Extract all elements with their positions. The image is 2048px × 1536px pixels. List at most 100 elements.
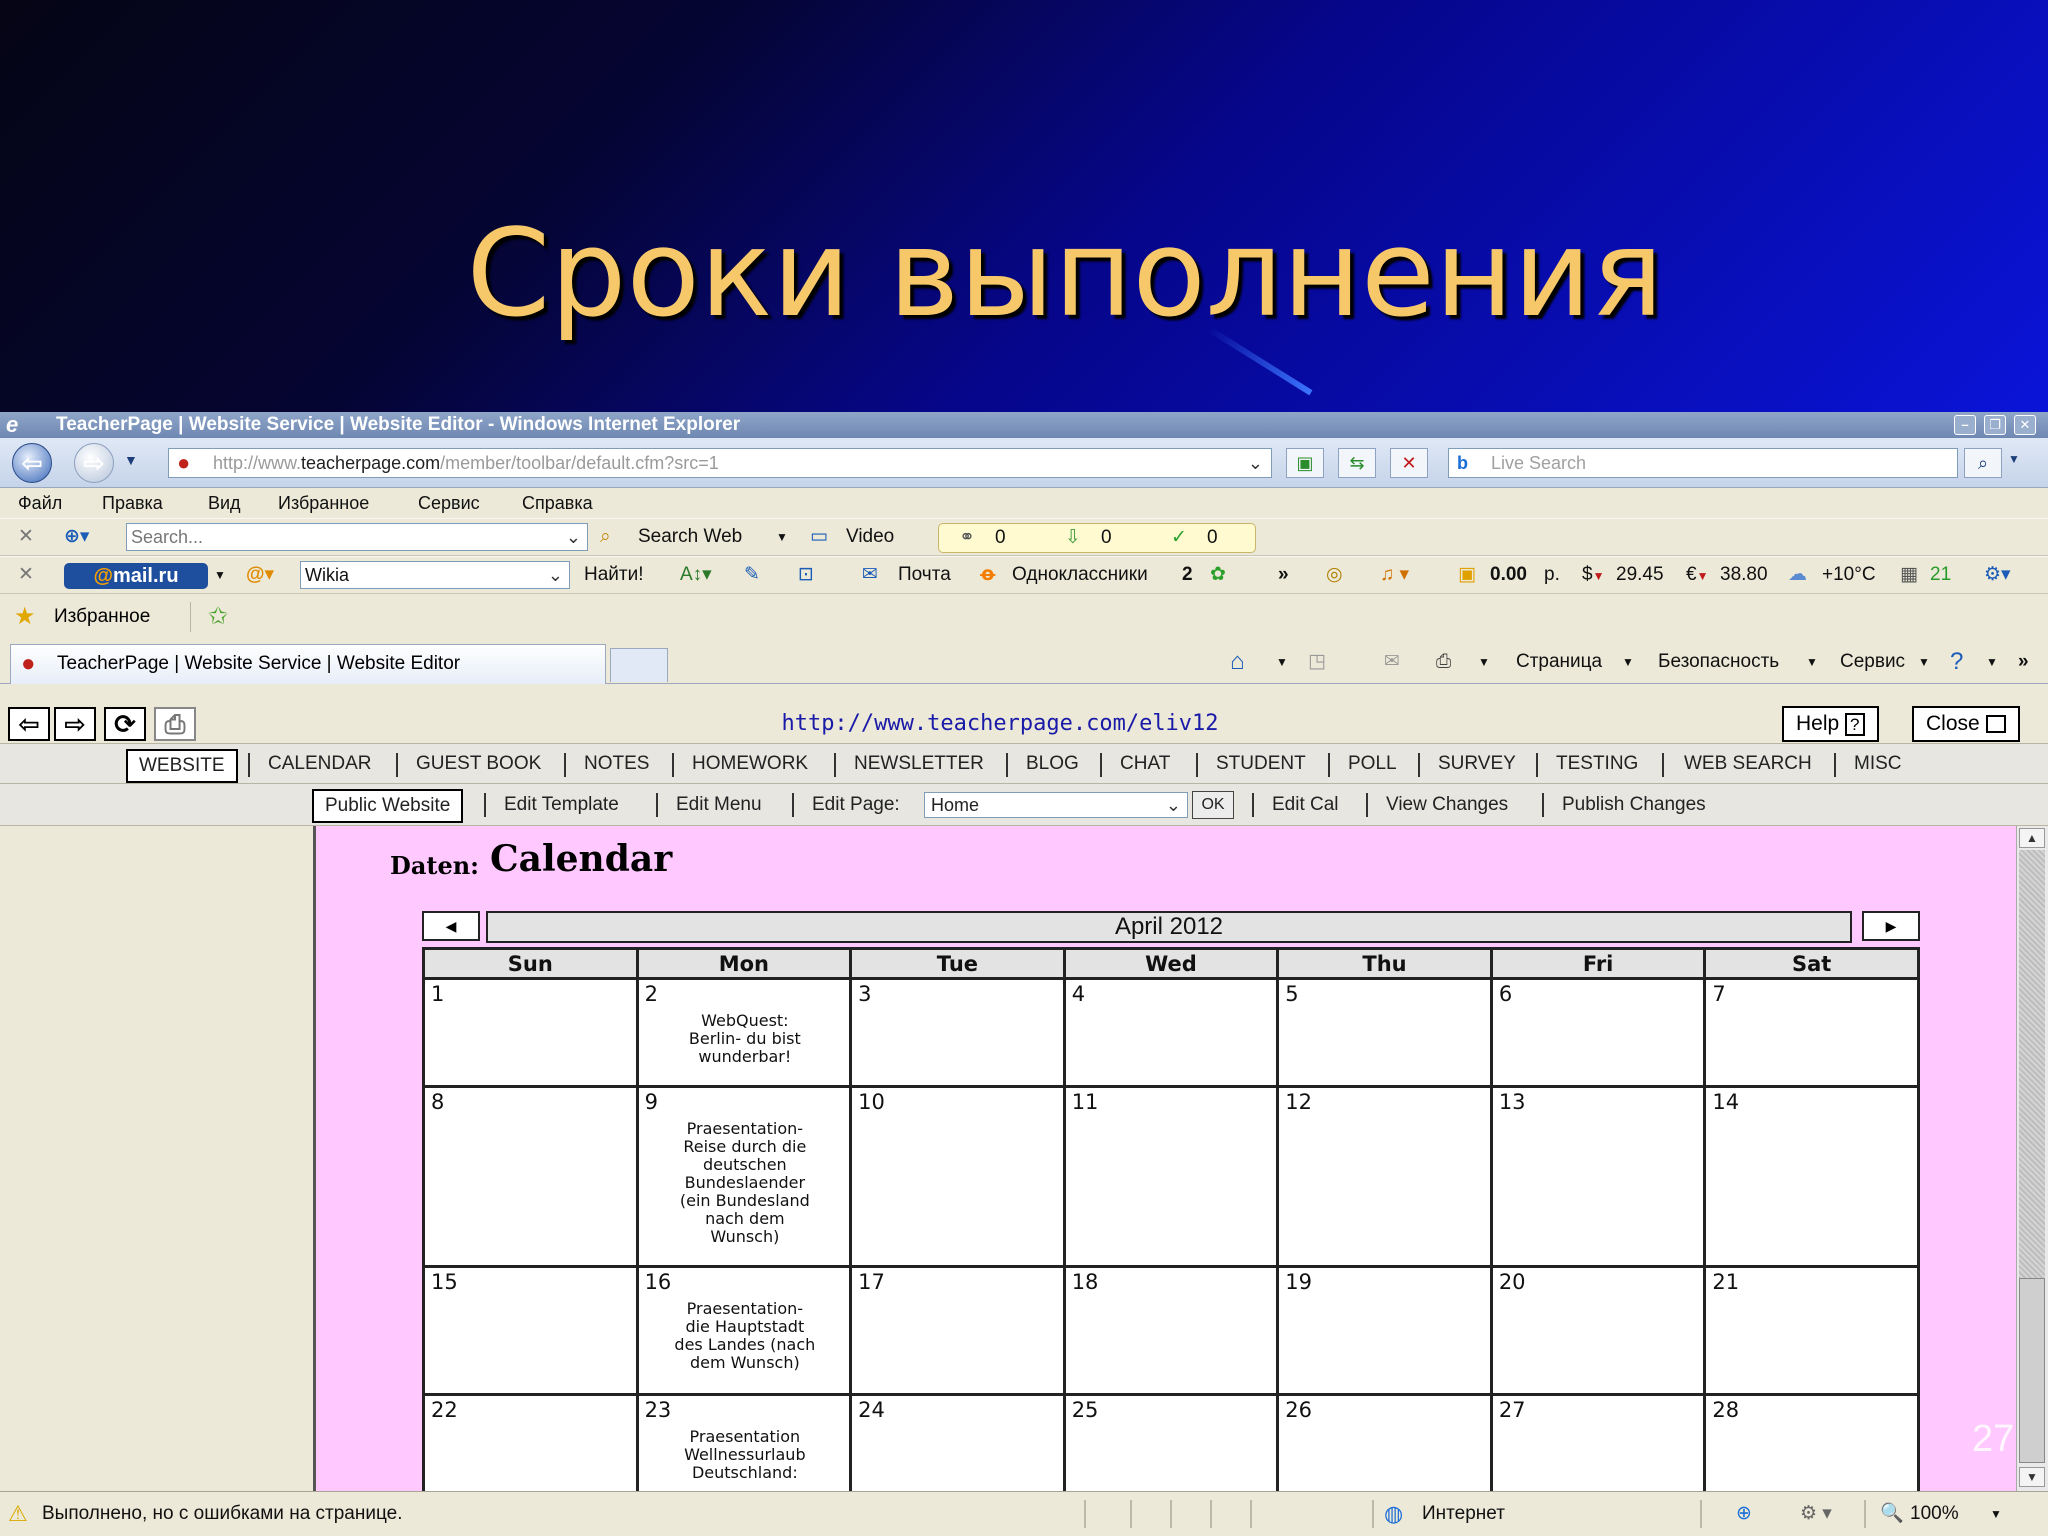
scroll-down-icon[interactable]: ▼ bbox=[2019, 1467, 2045, 1487]
highlighter-icon[interactable]: ✎ bbox=[744, 557, 760, 593]
calendar-day-cell[interactable]: 26 bbox=[1276, 1393, 1493, 1491]
calendar-day-cell[interactable]: 15 bbox=[422, 1265, 639, 1396]
tp-back-icon[interactable]: ⇦ bbox=[8, 707, 50, 741]
calendar-day-cell[interactable]: 10 bbox=[849, 1085, 1066, 1268]
calendar-day-cell[interactable]: 2 WebQuest: Berlin- du bist wunderbar! bbox=[635, 977, 853, 1088]
calendar-day-cell[interactable]: 9 Praesentation- Reise durch die deutsche… bbox=[635, 1085, 853, 1268]
calendar-day-cell[interactable]: 19 bbox=[1276, 1265, 1493, 1396]
calendar-event[interactable]: Praesentation- Reise durch die deutschen… bbox=[645, 1120, 846, 1246]
close-window-icon[interactable]: ✕ bbox=[2014, 415, 2036, 435]
nav-student[interactable]: STUDENT bbox=[1216, 744, 1306, 784]
edit-cal-link[interactable]: Edit Cal bbox=[1272, 784, 1339, 826]
tp-refresh-icon[interactable]: ⟳ bbox=[104, 707, 146, 741]
calendar-day-cell[interactable]: 27 bbox=[1489, 1393, 1707, 1491]
calendar-day-cell[interactable]: 16 Praesentation- die Hauptstadt des Land… bbox=[635, 1265, 853, 1396]
home-icon[interactable]: ⌂ bbox=[1230, 640, 1245, 684]
tools-menu-dropdown-icon[interactable]: ▼ bbox=[1918, 640, 1930, 684]
calendar-day-cell[interactable]: 1 bbox=[422, 977, 639, 1088]
calendar-event[interactable]: WebQuest: Berlin- du bist wunderbar! bbox=[645, 1012, 846, 1066]
edit-page-dropdown-icon[interactable]: ⌄ bbox=[1166, 793, 1181, 817]
menu-view[interactable]: Вид bbox=[208, 488, 241, 518]
agent-icon[interactable]: ✿ bbox=[1210, 557, 1226, 593]
safety-menu-dropdown-icon[interactable]: ▼ bbox=[1806, 640, 1818, 684]
calendar-event[interactable]: Praesentation Wellnessurlaub Deutschland… bbox=[645, 1428, 846, 1482]
edit-menu-link[interactable]: Edit Menu bbox=[676, 784, 762, 826]
popup-blocker-icon[interactable]: ⚙ ▾ bbox=[1800, 1492, 1832, 1536]
tab-teacherpage[interactable]: ● TeacherPage | Website Service | Websit… bbox=[10, 644, 606, 684]
zoom-level[interactable]: 100% bbox=[1910, 1492, 1959, 1536]
menu-help[interactable]: Справка bbox=[522, 488, 593, 518]
calendar-day-cell[interactable]: 4 bbox=[1062, 977, 1280, 1088]
close-mailru-toolbar-icon[interactable]: ✕ bbox=[18, 557, 34, 593]
url-dropdown-icon[interactable]: ⌄ bbox=[1248, 449, 1263, 477]
forward-button[interactable]: ⇨ bbox=[74, 443, 114, 483]
font-size-icon[interactable]: A↕▾ bbox=[680, 557, 712, 593]
search-web-dropdown-icon[interactable]: ▼ bbox=[776, 519, 788, 555]
zoom-dropdown-icon[interactable]: ▼ bbox=[1990, 1492, 2002, 1536]
edit-template-link[interactable]: Edit Template bbox=[504, 784, 619, 826]
nav-blog[interactable]: BLOG bbox=[1026, 744, 1079, 784]
calendar-day-cell[interactable]: 6 bbox=[1489, 977, 1707, 1088]
scrollbar-thumb[interactable] bbox=[2019, 1278, 2045, 1463]
compatibility-icon[interactable]: ▣ bbox=[1286, 448, 1324, 478]
toolbar-search-dropdown-icon[interactable]: ⌄ bbox=[566, 524, 581, 550]
nav-homework[interactable]: HOMEWORK bbox=[692, 744, 808, 784]
calendar-day-cell[interactable]: 23 Praesentation Wellnessurlaub Deutschla… bbox=[635, 1393, 853, 1491]
publish-changes-link[interactable]: Publish Changes bbox=[1562, 784, 1706, 826]
menu-tools[interactable]: Сервис bbox=[418, 488, 480, 518]
search-icon[interactable]: ⌕ bbox=[1964, 448, 2002, 478]
nav-misc[interactable]: MISC bbox=[1854, 744, 1902, 784]
home-dropdown-icon[interactable]: ▼ bbox=[1276, 640, 1288, 684]
nav-poll[interactable]: POLL bbox=[1348, 744, 1397, 784]
calendar-day-cell[interactable]: 13 bbox=[1489, 1085, 1707, 1268]
radio-icon[interactable]: ◎ bbox=[1326, 557, 1343, 593]
safety-menu[interactable]: Безопасность bbox=[1658, 640, 1779, 684]
restore-icon[interactable]: ❐ bbox=[1984, 415, 2006, 435]
edit-page-select[interactable]: Home ⌄ bbox=[924, 792, 1188, 818]
help-button[interactable]: Help ? bbox=[1782, 706, 1879, 742]
calendar-day-cell[interactable]: 11 bbox=[1062, 1085, 1280, 1268]
tp-print-icon[interactable]: ⎙ bbox=[154, 707, 196, 741]
close-toolbar-icon[interactable]: ✕ bbox=[18, 519, 34, 555]
warning-icon[interactable]: ⚠ bbox=[8, 1492, 28, 1536]
calendar-day-cell[interactable]: 20 bbox=[1489, 1265, 1707, 1396]
add-favorite-icon[interactable]: ✩ bbox=[208, 594, 228, 640]
nav-web-search[interactable]: WEB SEARCH bbox=[1684, 744, 1812, 784]
public-website-button[interactable]: Public Website bbox=[312, 789, 464, 823]
tp-forward-icon[interactable]: ⇨ bbox=[54, 707, 96, 741]
print-dropdown-icon[interactable]: ▼ bbox=[1478, 640, 1490, 684]
nav-testing[interactable]: TESTING bbox=[1556, 744, 1638, 784]
calendar-day-cell[interactable]: 24 bbox=[849, 1393, 1066, 1491]
vertical-scrollbar[interactable]: ▲ ▼ bbox=[2016, 826, 2048, 1491]
calendar-day-cell[interactable]: 3 bbox=[849, 977, 1066, 1088]
search-options-icon[interactable]: ▼ bbox=[2008, 452, 2020, 466]
read-mail-icon[interactable]: ✉ bbox=[1384, 640, 1400, 684]
next-month-button[interactable]: ▶ bbox=[1862, 911, 1920, 941]
close-button[interactable]: Close bbox=[1912, 706, 2020, 742]
calendar-day-cell[interactable]: 14 bbox=[1703, 1085, 1920, 1268]
calendar-day-cell[interactable]: 8 bbox=[422, 1085, 639, 1268]
calendar-day-cell[interactable]: 17 bbox=[849, 1265, 1066, 1396]
nav-notes[interactable]: NOTES bbox=[584, 744, 649, 784]
calendar-day-cell[interactable]: 21 bbox=[1703, 1265, 1920, 1396]
find-button[interactable]: Найти! bbox=[584, 557, 644, 593]
mailru-dropdown-icon[interactable]: ▼ bbox=[214, 557, 226, 593]
menu-edit[interactable]: Правка bbox=[102, 488, 163, 518]
calendar-day-cell[interactable]: 5 bbox=[1276, 977, 1493, 1088]
teacherpage-url[interactable]: http://www.teacherpage.com/eliv12 bbox=[500, 704, 1500, 744]
nav-calendar[interactable]: CALENDAR bbox=[268, 744, 371, 784]
calendar-day-cell[interactable]: 12 bbox=[1276, 1085, 1493, 1268]
minimize-icon[interactable]: – bbox=[1954, 415, 1976, 435]
menu-file[interactable]: Файл bbox=[18, 488, 62, 518]
toolbar-search-input[interactable]: Search... ⌄ bbox=[126, 523, 588, 551]
search-web-button[interactable]: Search Web bbox=[638, 519, 742, 555]
more-commands-icon[interactable]: » bbox=[2018, 640, 2029, 684]
refresh-icon[interactable]: ⇆ bbox=[1338, 448, 1376, 478]
settings-icon[interactable]: ⚙▾ bbox=[1984, 557, 2011, 593]
page-menu-dropdown-icon[interactable]: ▼ bbox=[1622, 640, 1634, 684]
url-field[interactable]: ● http://www.teacherpage.com/member/tool… bbox=[168, 448, 1272, 478]
print-icon[interactable]: ⎙ bbox=[1436, 640, 1451, 684]
more-chevron-icon[interactable]: » bbox=[1278, 557, 1289, 593]
prev-month-button[interactable]: ◀ bbox=[422, 911, 480, 941]
nav-guest-book[interactable]: GUEST BOOK bbox=[416, 744, 541, 784]
